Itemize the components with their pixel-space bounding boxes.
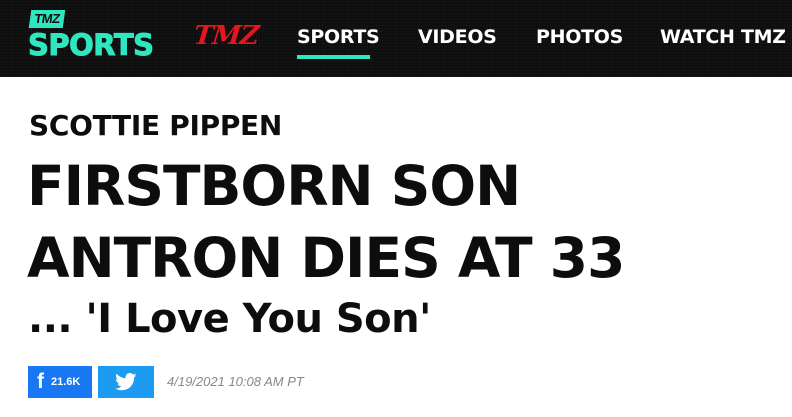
headline-line: FIRSTBORN SON [27,154,521,218]
nav-item-videos[interactable]: VIDEOS [418,22,497,52]
tmz-badge: TMZ [28,10,66,28]
tmz-logo[interactable]: TMZ [192,20,259,52]
article-kicker: SCOTTIE PIPPEN [29,109,282,142]
active-nav-underline [297,55,370,59]
nav-item-photos[interactable]: PHOTOS [536,22,623,52]
headline-line: ANTRON DIES AT 33 [27,226,625,290]
sports-wordmark: SPORTS [28,28,155,63]
nav-item-watch-tmz[interactable]: WATCH TMZ [660,22,786,52]
article-subhead: ... 'I Love You Son' [28,296,431,342]
facebook-icon: f [37,370,44,393]
nav-item-sports[interactable]: SPORTS [297,22,380,52]
tmz-sports-logo[interactable]: TMZ SPORTS [28,10,154,66]
publish-timestamp: 4/19/2021 10:08 AM PT [167,374,304,389]
twitter-share-button[interactable] [98,366,154,398]
facebook-share-count: 21.6K [51,376,81,388]
twitter-icon [115,373,137,391]
site-header: TMZ SPORTS TMZ SPORTS VIDEOS PHOTOS WATC… [0,0,792,77]
facebook-share-button[interactable]: f 21.6K [28,366,92,398]
article-headline: FIRSTBORN SON ANTRON DIES AT 33 [27,150,767,294]
